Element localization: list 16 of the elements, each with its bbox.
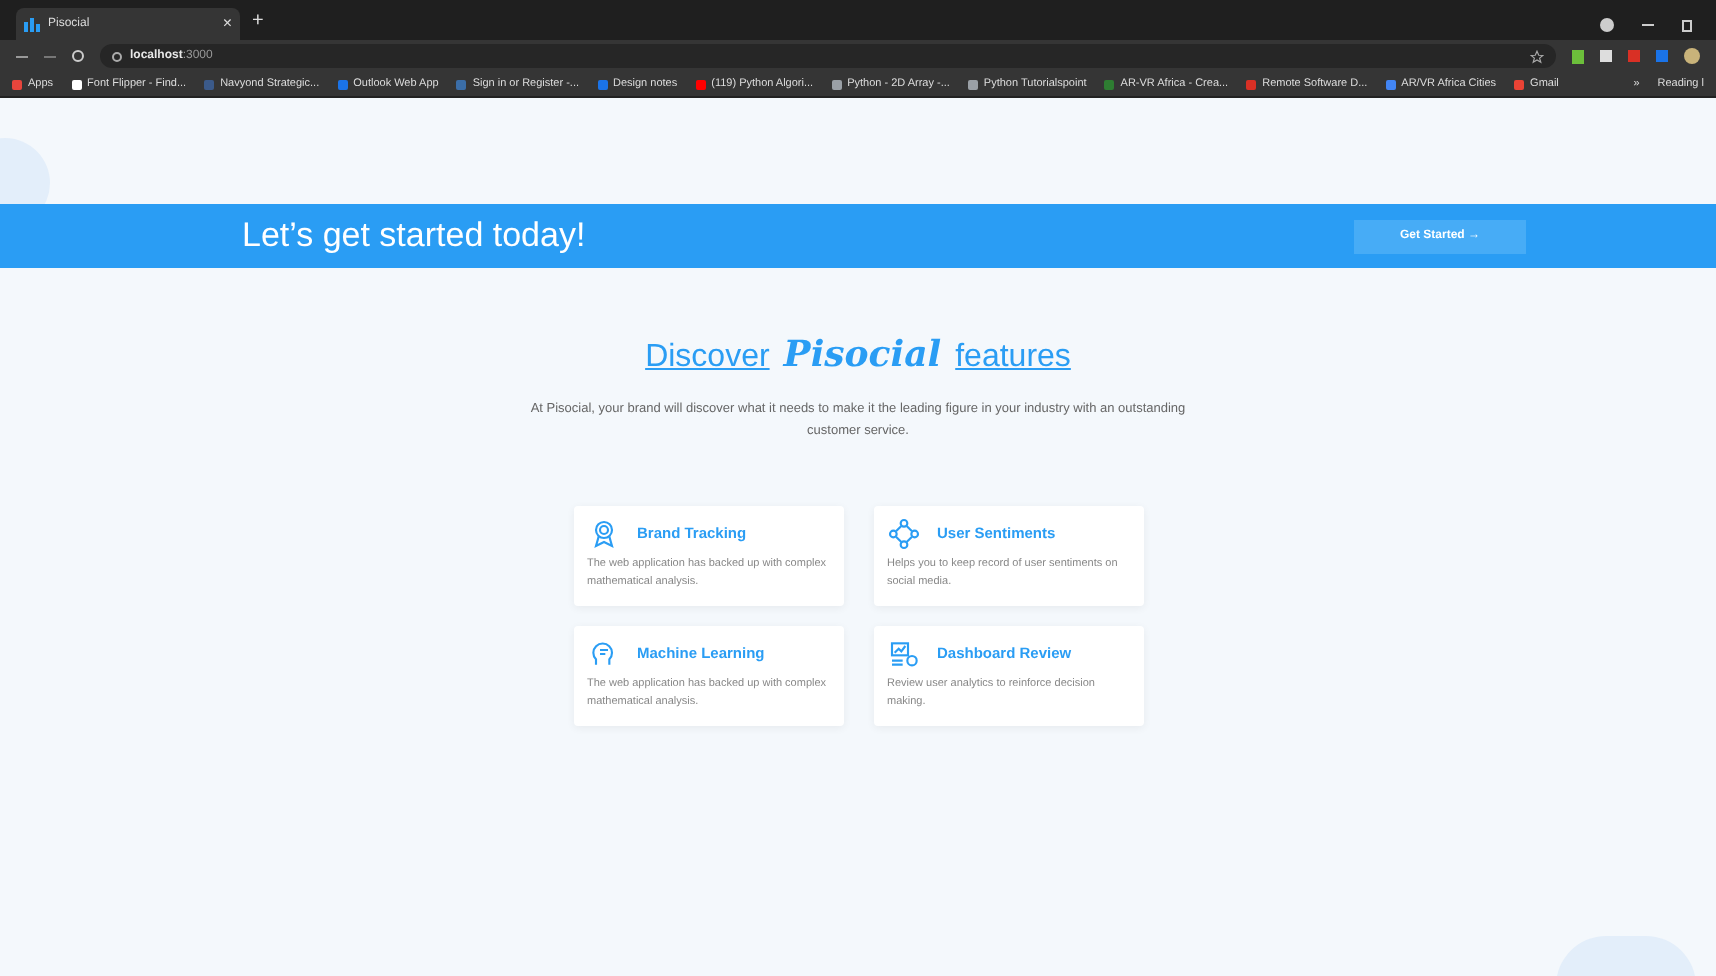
profile-icon[interactable] [1600,18,1614,32]
maximize-icon[interactable] [1682,19,1692,31]
close-tab-button[interactable]: × [222,12,232,36]
star-icon[interactable] [1530,49,1544,63]
new-tab-button[interactable]: + [252,6,264,36]
dashboard-icon [887,638,919,670]
avatar-icon[interactable] [1684,48,1700,64]
banner-title: Let’s get started today! [242,214,586,259]
extension-icon[interactable] [1572,49,1584,63]
heading-text: features [955,338,1071,378]
info-icon [112,51,122,61]
heading-text: Discover [645,338,770,378]
network-icon [887,518,919,550]
favicon-icon [24,16,40,32]
head-icon [587,638,619,670]
brand-name: Pisocial [783,332,942,380]
